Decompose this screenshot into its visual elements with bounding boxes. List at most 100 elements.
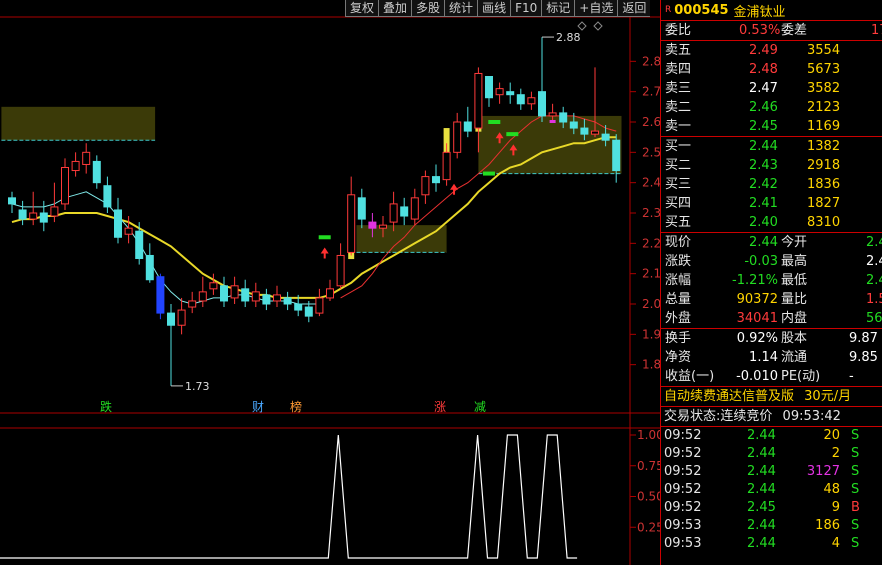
asks-price: 2.45 <box>749 119 778 134</box>
indicator-line <box>0 434 578 559</box>
bids-row[interactable]: 买二 2.43 2918 <box>661 156 882 175</box>
candle-body <box>347 194 356 253</box>
quote-label-2: 最高 <box>781 254 808 269</box>
price-tick-label: 2.40 <box>642 176 660 190</box>
tick-side: S <box>851 446 860 461</box>
high-label: 2.88 <box>556 31 581 44</box>
tick-row[interactable]: 09:52 2.44 2 S <box>661 445 882 463</box>
bids-row[interactable]: 买四 2.41 1827 <box>661 194 882 213</box>
tick-time: 09:52 <box>664 464 702 479</box>
fin-value-2: 9.85 <box>849 350 878 365</box>
tick-price: 2.44 <box>747 446 776 461</box>
diamond-icon <box>577 21 587 31</box>
tick-row[interactable]: 09:52 2.44 48 S <box>661 481 882 499</box>
candle-body <box>220 285 228 302</box>
fin-row: 净资 1.14 流通 9.85 <box>661 348 882 367</box>
candle-body <box>516 94 525 105</box>
asks-label: 卖一 <box>665 119 692 134</box>
tick-volume: 9 <box>831 500 840 515</box>
status-value: 连续竞价 <box>720 409 773 424</box>
stock-header: R 000545 金浦钛业 <box>661 0 882 20</box>
quote-panel: R 000545 金浦钛业 委比 0.53% 委差 17 卖五2.493554卖… <box>660 0 882 565</box>
fin-label-2: 股本 <box>781 331 808 346</box>
candle-body <box>357 197 366 220</box>
event-marker[interactable]: 涨 <box>434 399 446 414</box>
zone-box <box>356 225 447 253</box>
bids-volume: 1382 <box>807 139 841 154</box>
asks-row[interactable]: 卖三 2.47 3582 <box>661 79 882 98</box>
asks-price: 2.49 <box>749 43 778 58</box>
toolbar-button-6[interactable]: 标记 <box>541 0 575 17</box>
toolbar-button-4[interactable]: 画线 <box>477 0 511 17</box>
asks-label: 卖二 <box>665 100 692 115</box>
asks-row[interactable]: 卖四 2.48 5673 <box>661 60 882 79</box>
tick-row[interactable]: 09:53 2.44 186 S <box>661 517 882 535</box>
price-tick-label: 2.00 <box>642 297 660 311</box>
candle-body <box>273 294 281 302</box>
kline-chart-area[interactable]: 2.80 2.70 2.60 2.50 2.40 2.30 2.20 2.10 2.00 1.90… <box>0 0 660 565</box>
bids-row[interactable]: 买五 2.40 8310 <box>661 213 882 232</box>
toolbar-button-3[interactable]: 统计 <box>444 0 478 17</box>
r-mark: R <box>665 5 672 15</box>
status-time: 09:53:42 <box>782 409 841 424</box>
ma-yellow-line <box>11 136 617 299</box>
tick-time: 09:52 <box>664 500 702 515</box>
quote-value-2: 1.5 <box>866 292 882 307</box>
stock-name[interactable]: 金浦钛业 <box>734 1 786 20</box>
tick-time: 09:53 <box>664 536 702 551</box>
bids-row[interactable]: 买一 2.44 1382 <box>661 137 882 156</box>
candle-body <box>559 112 568 123</box>
fin-row: 收益(一) -0.010 PE(动) - <box>661 367 882 386</box>
candle-body <box>82 151 91 165</box>
candle-body <box>61 167 69 205</box>
tick-row[interactable]: 09:53 2.44 4 S <box>661 535 882 553</box>
toolbar-button-0[interactable]: 复权 <box>345 0 379 17</box>
quote-row: 现价 2.44今开 2.4 <box>661 233 882 252</box>
tick-list[interactable]: 09:52 2.44 20 S 09:52 2.44 2 S 09:52 2.44 3127 S 09:… <box>661 426 882 553</box>
candle-body <box>569 121 578 129</box>
event-marker[interactable]: 减 <box>474 400 486 414</box>
tick-price: 2.44 <box>747 518 776 533</box>
candle-body <box>103 185 112 208</box>
kline-chart[interactable]: 2.80 2.70 2.60 2.50 2.40 2.30 2.20 2.10 2.00 1.90… <box>0 0 660 565</box>
toolbar-button-8[interactable]: 返回 <box>617 0 651 17</box>
price-tick-label: 2.10 <box>642 267 660 281</box>
tick-side: S <box>851 428 860 443</box>
quote-label: 外盘 <box>665 311 692 326</box>
bid-book: 买一 2.44 1382 买二 2.43 2918 买三 2.42 1836 买四 2.41 1827… <box>661 136 882 232</box>
quote-row: 外盘 34041内盘 5633 <box>661 309 882 328</box>
candle-body <box>591 130 599 135</box>
asks-row[interactable]: 卖五 2.49 3554 <box>661 41 882 60</box>
quote-label-2: 内盘 <box>781 311 808 326</box>
candle-body <box>177 309 186 326</box>
tick-row[interactable]: 09:52 2.45 9 B <box>661 499 882 517</box>
asks-row[interactable]: 卖二 2.46 2123 <box>661 98 882 117</box>
event-marker[interactable]: 榜 <box>290 399 302 414</box>
toolbar-button-1[interactable]: 叠加 <box>378 0 412 17</box>
candle-body <box>92 160 101 184</box>
stock-code[interactable]: 000545 <box>674 3 728 18</box>
toolbar-button-5[interactable]: F10 <box>510 0 542 17</box>
ad-banner[interactable]: 自动续费通达信普及版 30元/月 <box>661 386 882 406</box>
tick-row[interactable]: 09:52 2.44 3127 S <box>661 463 882 481</box>
bids-price: 2.40 <box>749 215 778 230</box>
candle-body <box>198 291 207 302</box>
event-marker[interactable]: 财 <box>252 400 264 414</box>
fin-value-2: 9.87 <box>849 331 878 346</box>
quote-label: 总量 <box>665 292 692 307</box>
toolbar-button-2[interactable]: 多股 <box>411 0 445 17</box>
candle-body <box>421 176 430 196</box>
candle-body <box>209 282 218 290</box>
asks-label: 卖五 <box>665 43 692 58</box>
bids-row[interactable]: 买三 2.42 1836 <box>661 175 882 194</box>
indicator-tick-label: 1.00 <box>637 428 660 442</box>
bids-volume: 1827 <box>807 196 841 211</box>
quote-value-2: 5633 <box>866 311 882 326</box>
quote-value: -0.03 <box>744 254 778 269</box>
candle-body <box>8 197 16 205</box>
event-marker[interactable]: 跌 <box>100 399 112 414</box>
price-tick-label: 2.50 <box>642 145 660 159</box>
tick-row[interactable]: 09:52 2.44 20 S <box>661 427 882 445</box>
toolbar-button-7[interactable]: +自选 <box>574 0 618 17</box>
asks-row[interactable]: 卖一 2.45 1169 <box>661 117 882 136</box>
